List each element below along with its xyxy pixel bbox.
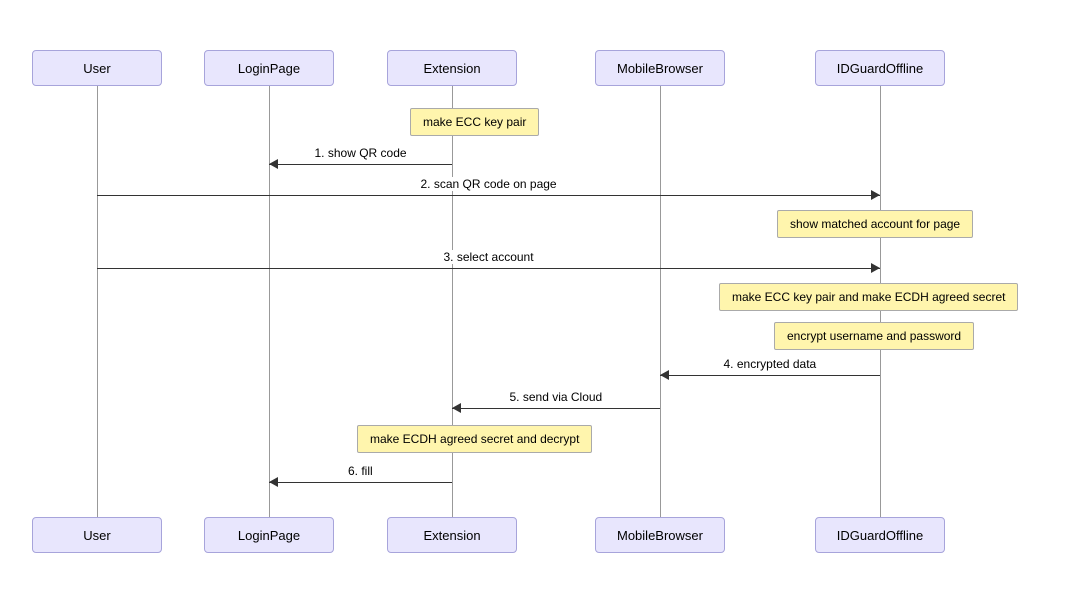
msg-label-1: 2. scan QR code on page (419, 177, 559, 191)
arrow-head-5 (269, 477, 278, 487)
msg-label-5: 6. fill (346, 464, 375, 478)
note-0: make ECC key pair (410, 108, 539, 136)
msg-label-0: 1. show QR code (313, 146, 409, 160)
lifeline-extension (452, 86, 453, 519)
participant-loginpage-top: LoginPage (204, 50, 334, 86)
arrow-head-2 (871, 263, 880, 273)
arrow-line-4 (452, 408, 660, 409)
msg-label-4: 5. send via Cloud (508, 390, 605, 404)
msg-label-2: 3. select account (442, 250, 536, 264)
arrow-line-5 (269, 482, 452, 483)
participant-idguardoffline-top: IDGuardOffline (815, 50, 945, 86)
participant-user-bottom: User (32, 517, 162, 553)
lifeline-user (97, 86, 98, 519)
participant-extension-bottom: Extension (387, 517, 517, 553)
participant-user-top: User (32, 50, 162, 86)
note-4: make ECDH agreed secret and decrypt (357, 425, 592, 453)
arrow-line-1 (97, 195, 880, 196)
arrow-head-0 (269, 159, 278, 169)
arrow-line-2 (97, 268, 880, 269)
msg-label-3: 4. encrypted data (722, 357, 819, 371)
participant-mobilebrowser-bottom: MobileBrowser (595, 517, 725, 553)
lifeline-mobilebrowser (660, 86, 661, 519)
note-3: encrypt username and password (774, 322, 974, 350)
participant-loginpage-bottom: LoginPage (204, 517, 334, 553)
note-1: show matched account for page (777, 210, 973, 238)
arrow-line-0 (269, 164, 452, 165)
arrow-head-1 (871, 190, 880, 200)
participant-mobilebrowser-top: MobileBrowser (595, 50, 725, 86)
participant-idguardoffline-bottom: IDGuardOffline (815, 517, 945, 553)
arrow-head-3 (660, 370, 669, 380)
sequence-diagram: User User LoginPage LoginPage Extension Exten… (0, 0, 1091, 603)
arrow-head-4 (452, 403, 461, 413)
arrow-line-3 (660, 375, 880, 376)
lifeline-loginpage (269, 86, 270, 519)
participant-extension-top: Extension (387, 50, 517, 86)
note-2: make ECC key pair and make ECDH agreed s… (719, 283, 1018, 311)
